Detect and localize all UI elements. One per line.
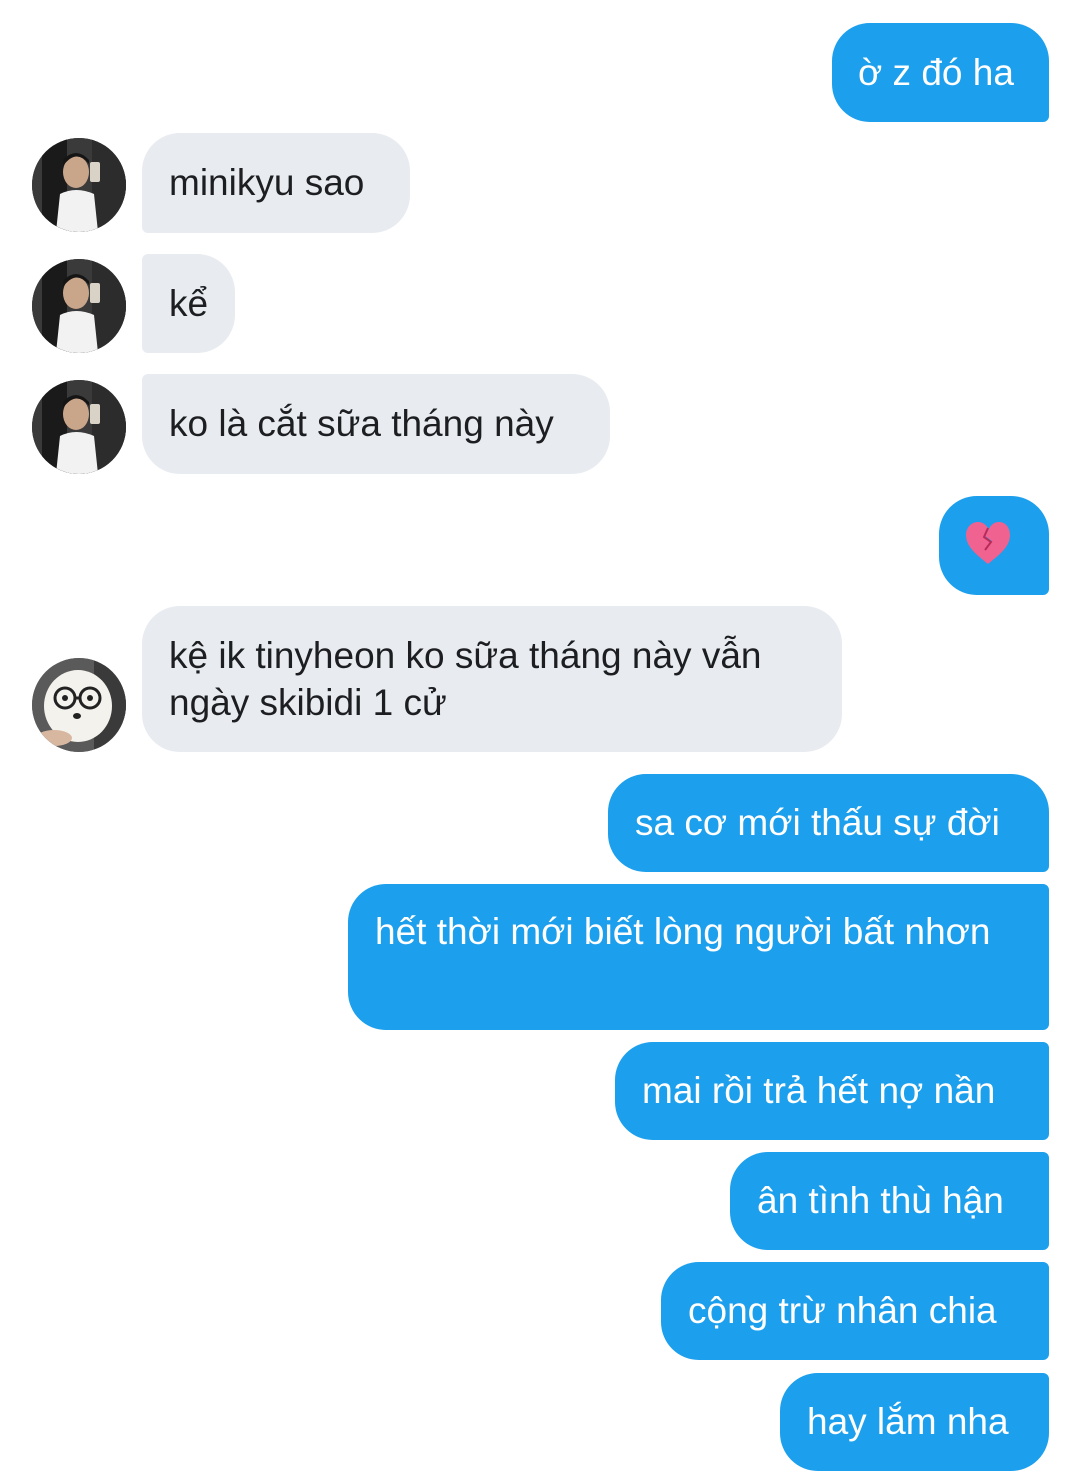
outgoing-message-bubble[interactable] xyxy=(939,496,1049,595)
message-text: ko là cắt sữa tháng này xyxy=(169,403,554,444)
message-text: cộng trừ nhân chia xyxy=(688,1290,997,1331)
message-text: kể xyxy=(169,283,209,324)
message-text: mai rồi trả hết nợ nần xyxy=(642,1070,996,1111)
avatar-photo xyxy=(32,259,126,353)
incoming-message-bubble[interactable]: kệ ik tinyheon ko sữa tháng này vẫn ngày… xyxy=(142,606,842,752)
avatar-photo xyxy=(32,380,126,474)
avatar-photo xyxy=(32,658,126,752)
outgoing-message-bubble[interactable]: sa cơ mới thấu sự đời xyxy=(608,774,1049,872)
message-text: sa cơ mới thấu sự đời xyxy=(635,802,1000,843)
sender-avatar[interactable] xyxy=(32,658,126,752)
incoming-message-bubble[interactable]: minikyu sao xyxy=(142,133,410,233)
outgoing-message-bubble[interactable]: mai rồi trả hết nợ nần xyxy=(615,1042,1049,1140)
message-text: kệ ik tinyheon ko sữa tháng này vẫn ngày… xyxy=(169,635,772,723)
message-text: ờ z đó ha xyxy=(858,52,1014,93)
sender-avatar[interactable] xyxy=(32,138,126,232)
outgoing-message-bubble[interactable]: ờ z đó ha xyxy=(832,23,1049,122)
outgoing-message-bubble[interactable]: ân tình thù hận xyxy=(730,1152,1049,1250)
sender-avatar[interactable] xyxy=(32,259,126,353)
outgoing-message-bubble[interactable]: hay lắm nha xyxy=(780,1373,1049,1471)
message-text: hay lắm nha xyxy=(807,1401,1009,1442)
broken-heart-icon xyxy=(966,522,1010,564)
incoming-message-bubble[interactable]: kể xyxy=(142,254,235,353)
outgoing-message-bubble[interactable]: cộng trừ nhân chia xyxy=(661,1262,1049,1360)
message-text: minikyu sao xyxy=(169,162,365,203)
sender-avatar[interactable] xyxy=(32,380,126,474)
avatar-photo xyxy=(32,138,126,232)
outgoing-message-bubble[interactable]: hết thời mới biết lòng người bất nhơn xyxy=(348,884,1049,1030)
message-text: ân tình thù hận xyxy=(757,1180,1004,1221)
incoming-message-bubble[interactable]: ko là cắt sữa tháng này xyxy=(142,374,610,474)
message-text: hết thời mới biết lòng người bất nhơn xyxy=(375,911,991,952)
